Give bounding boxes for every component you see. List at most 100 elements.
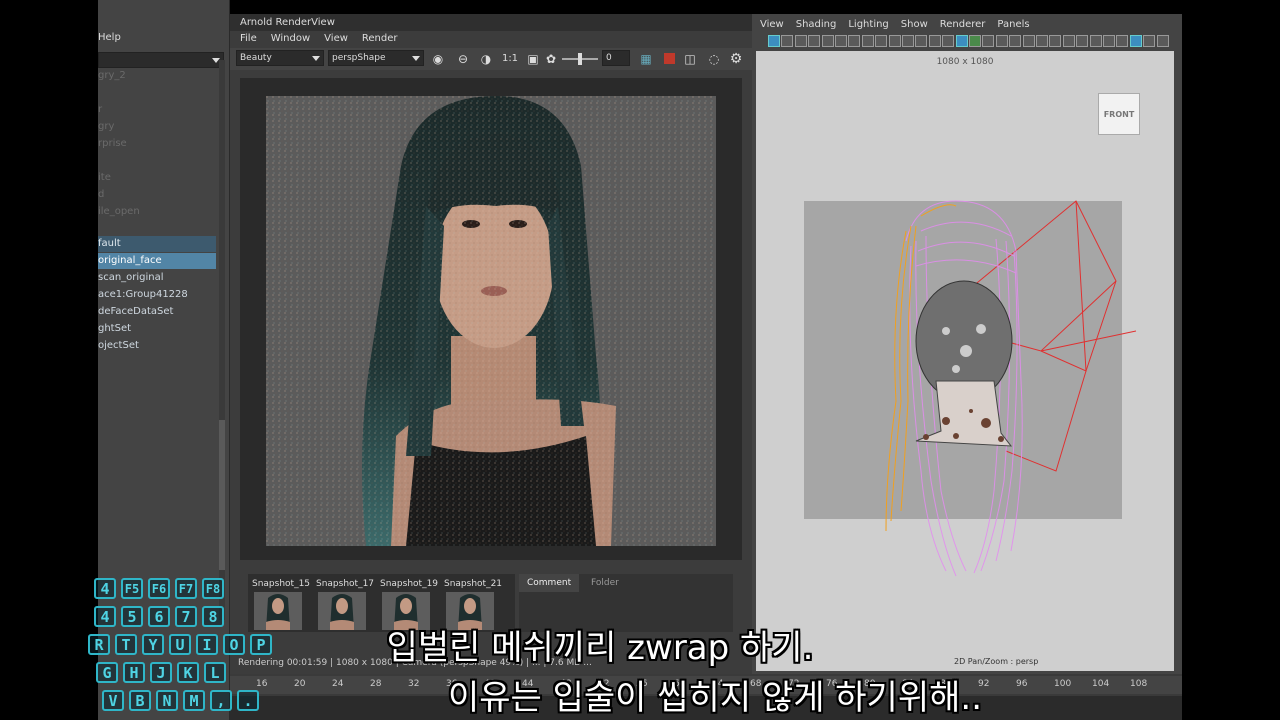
menu-view[interactable]: View [760,19,784,33]
renderview-titlebar: Arnold RenderView [230,14,752,31]
ipr-icon[interactable]: ◫ [682,51,698,67]
crop-icon[interactable]: ⊖ [455,51,471,67]
log-icon[interactable]: ▦ [638,51,654,67]
tab-folder[interactable]: Folder [583,574,627,592]
exposure-icon[interactable]: ✿ [543,51,559,67]
viewport-toolbar-icon[interactable] [1143,35,1156,47]
viewport-3d-view[interactable]: 1080 x 1080 FRONT 2D Pan/Zoom: persp [756,51,1174,671]
outliner-item[interactable]: ite [98,170,216,186]
letterbox-right [1182,0,1280,720]
viewport-toolbar-icon[interactable] [808,35,821,47]
menu-view[interactable]: View [324,33,348,44]
viewport-toolbar-icon[interactable] [1089,35,1102,47]
viewport-toolbar-icon[interactable] [928,35,941,47]
outliner-item[interactable]: scan_original [98,270,216,286]
viewport-toolbar-icon[interactable] [1076,35,1089,47]
viewport-toolbar-icon[interactable] [835,35,847,47]
render-region-icon[interactable]: ◉ [430,51,446,67]
window-title: Arnold RenderView [240,17,335,28]
outliner-item[interactable]: ghtSet [98,321,216,337]
viewport-toolbar-icon[interactable] [915,35,928,47]
viewport-toolbar-icon[interactable] [875,35,888,47]
rendered-portrait [266,96,716,546]
snapshot-label: Snapshot_21 [444,579,503,589]
render-canvas-area [240,78,742,560]
viewport-toolbar-icon[interactable] [1009,35,1022,47]
menu-renderer[interactable]: Renderer [940,19,986,33]
menu-help[interactable]: Help [98,32,121,43]
viewport-toolbar-icon[interactable] [848,35,861,47]
viewport-toolbar-icon[interactable] [1103,35,1115,47]
stop-render-icon[interactable] [664,53,675,64]
viewport-toolbar-icon[interactable] [982,35,995,47]
chevron-down-icon [412,56,420,61]
scene-geometry [885,200,1137,577]
renderview-menubar: File Window View Render [240,33,398,44]
viewport-toolbar-icon[interactable] [969,35,981,47]
keyboard-key: F6 [148,578,170,599]
menu-lighting[interactable]: Lighting [848,19,888,33]
menu-file[interactable]: File [240,33,257,44]
outliner-item[interactable]: rprise [98,136,216,152]
viewport-toolbar-icon[interactable] [942,35,955,47]
scrollbar-thumb[interactable] [219,420,225,570]
viewport-toolbar-icon[interactable] [902,35,914,47]
keyboard-key: F8 [202,578,224,599]
outliner-item[interactable]: deFaceDataSet [98,304,216,320]
snapshot-label: Snapshot_19 [380,579,439,589]
subtitle-line-1: 입벌린 메쉬끼리 zwrap 하기. [386,628,814,668]
menu-window[interactable]: Window [271,33,310,44]
viewport-toolbar-icon[interactable] [888,35,901,47]
viewport-toolbar-icon[interactable] [768,35,780,47]
outliner-scrollbar[interactable] [219,60,225,620]
menu-show[interactable]: Show [901,19,928,33]
menu-shading[interactable]: Shading [796,19,837,33]
keyboard-key: 4 [94,578,116,599]
viewport-toolbar-icon[interactable] [821,35,834,47]
viewport-toolbar-icon[interactable] [1049,35,1062,47]
menu-panels[interactable]: Panels [997,19,1029,33]
outliner-item[interactable]: gry_2 [98,68,216,84]
aov-dropdown[interactable]: Beauty [236,50,324,66]
outliner-item[interactable]: r [98,102,216,118]
camera-value: perspShape [332,53,386,63]
viewport-toolbar-icon[interactable] [781,35,794,47]
viewport-toolbar-icon[interactable] [1129,35,1142,47]
outliner-item[interactable]: gry [98,119,216,135]
viewport-toolbar-icon[interactable] [955,35,968,47]
letterbox-left [0,0,98,720]
keyboard-key: F7 [175,578,197,599]
exposure-field[interactable]: 0 [602,50,630,66]
outliner-item[interactable]: d [98,187,216,203]
viewport-toolbar-icon[interactable] [1116,35,1129,47]
viewport-toolbar-icon[interactable] [995,35,1008,47]
menu-render[interactable]: Render [362,33,398,44]
outliner-item[interactable]: ace1:Group41228 [98,287,216,303]
outliner-filter-dropdown[interactable] [98,52,224,68]
render-image[interactable] [266,96,716,546]
outliner-item[interactable]: ile_open [98,204,216,220]
channel-icon[interactable]: ◑ [478,51,494,67]
fit-icon[interactable]: ▣ [525,51,541,67]
aov-value: Beauty [240,53,272,63]
gear-icon[interactable]: ⚙ [728,51,744,67]
camera-dropdown[interactable]: perspShape [328,50,424,66]
viewport-toolbar-icon[interactable] [1022,35,1035,47]
viewport-toolbar-icon[interactable] [1062,35,1075,47]
viewport-icon-bar [756,34,1174,50]
ratio-button[interactable]: 1:1 [500,51,520,67]
outliner-item[interactable]: fault [98,236,216,252]
viewport-toolbar-icon[interactable] [861,35,874,47]
viewport-panel: View Shading Lighting Show Renderer Pane… [752,14,1182,680]
renderview-toolbar: Beauty perspShape ◉ ⊖ ◑ 1:1 ▣ ✿ 0 ▦ ◫ ◌ … [230,48,752,70]
outliner-item[interactable]: original_face [98,253,216,269]
sound-icon[interactable]: ◌ [706,51,722,67]
outliner-item[interactable] [98,153,216,169]
snapshot-label: Snapshot_15 [252,579,311,589]
outliner-item[interactable]: ojectSet [98,338,216,354]
viewport-toolbar-icon[interactable] [1036,35,1048,47]
exposure-slider-handle[interactable] [578,53,582,65]
viewport-toolbar-icon[interactable] [794,35,807,47]
viewport-toolbar-icon[interactable] [1156,35,1169,47]
tab-comment[interactable]: Comment [519,574,580,592]
